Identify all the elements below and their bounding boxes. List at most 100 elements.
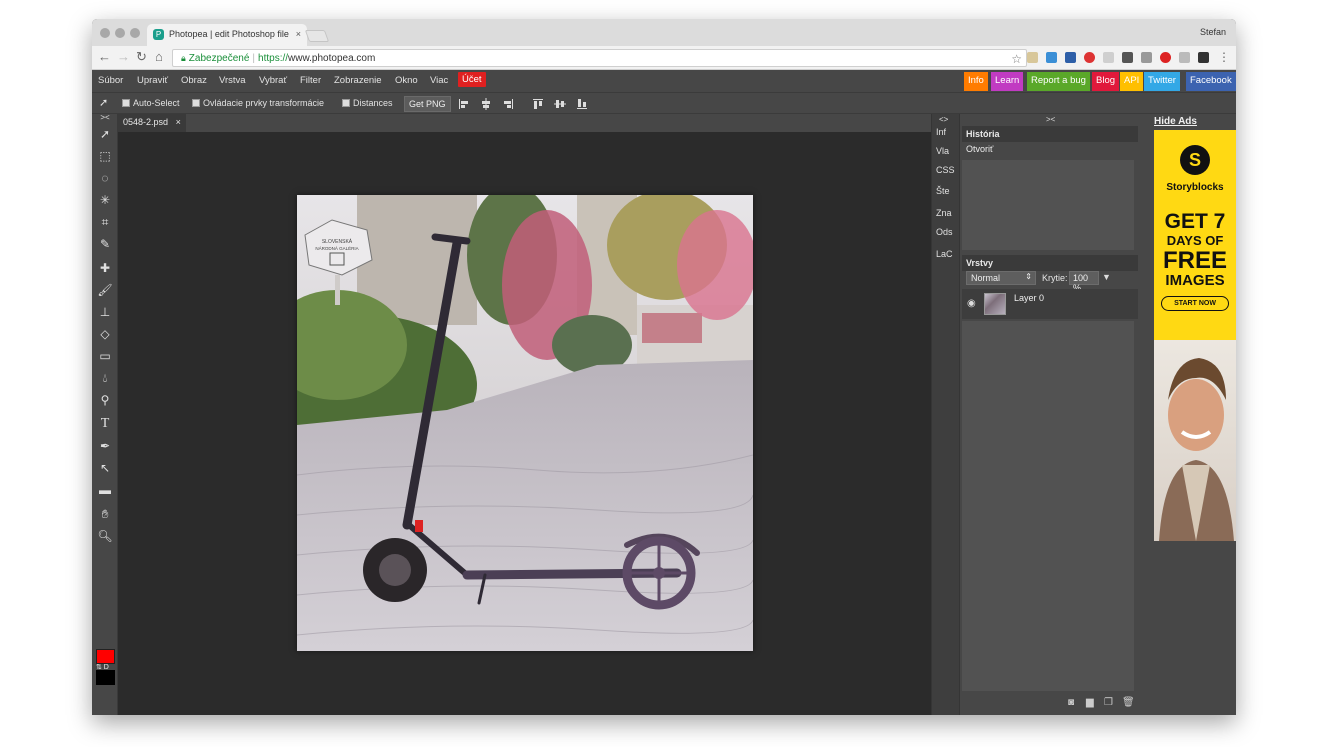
extension-pinterest-icon[interactable] [1160, 52, 1171, 63]
new-layer-icon[interactable]: ❐ [1104, 697, 1113, 708]
profile-name[interactable]: Stefan [1200, 27, 1226, 37]
document-close-icon[interactable]: × [176, 117, 181, 127]
hand-tool-icon[interactable]: ✋︎ [97, 506, 113, 522]
trash-icon[interactable]: 🗑︎ [1122, 697, 1135, 708]
eraser-tool-icon[interactable]: ◇ [97, 326, 113, 342]
align-middle-icon[interactable] [554, 98, 566, 110]
ad-start-now-button[interactable]: START NOW [1161, 296, 1229, 311]
facebook-button[interactable]: Facebook [1186, 72, 1236, 91]
type-tool-icon[interactable]: T [97, 416, 113, 432]
back-arrow-icon[interactable]: ← [98, 50, 111, 64]
strip-properties[interactable]: Vla [936, 146, 949, 156]
auto-select-checkbox[interactable]: Auto-Select [122, 98, 180, 108]
blog-button[interactable]: Blog [1092, 72, 1120, 91]
close-window-button[interactable] [100, 28, 110, 38]
menu-image[interactable]: Obraz [181, 75, 207, 86]
learn-button[interactable]: Learn [991, 72, 1024, 91]
info-button[interactable]: Info [964, 72, 988, 91]
align-left-icon[interactable] [458, 98, 470, 110]
pen-tool-icon[interactable]: ✒ [97, 438, 113, 454]
extension-download-icon[interactable] [1046, 52, 1057, 63]
align-center-icon[interactable] [480, 98, 492, 110]
document-canvas-image[interactable]: SLOVENSKÁ NÁRODNÁ GALÉRIA [297, 195, 753, 651]
lasso-tool-icon[interactable]: ◌ [97, 170, 113, 186]
opacity-dropdown-icon[interactable]: ▼ [1102, 272, 1111, 282]
api-button[interactable]: API [1120, 72, 1144, 91]
align-right-icon[interactable] [502, 98, 514, 110]
opacity-field[interactable]: 100 % [1069, 271, 1099, 293]
dodge-tool-icon[interactable]: ⚲ [97, 392, 113, 408]
twitter-button[interactable]: Twitter [1144, 72, 1180, 91]
extension-mail-icon[interactable] [1103, 52, 1114, 63]
menu-more[interactable]: Viac [430, 75, 448, 86]
storyblocks-ad[interactable]: S Storyblocks GET 7 DAYS OF FREE IMAGES … [1154, 130, 1236, 541]
canvas-area[interactable]: SLOVENSKÁ NÁRODNÁ GALÉRIA [118, 132, 931, 715]
marquee-tool-icon[interactable]: ⬚ [97, 148, 113, 164]
crop-tool-icon[interactable]: ⌗ [97, 214, 113, 230]
strip-characters[interactable]: Zna [936, 208, 952, 218]
align-top-icon[interactable] [532, 98, 544, 110]
hide-ads-link[interactable]: Hide Ads [1154, 116, 1197, 127]
menu-select[interactable]: Vybrať [259, 75, 287, 86]
menu-edit[interactable]: Upraviť [137, 75, 168, 86]
magic-wand-tool-icon[interactable]: ✳ [97, 192, 113, 208]
stamp-tool-icon[interactable]: ⊥ [97, 304, 113, 320]
minimize-window-button[interactable] [115, 28, 125, 38]
forward-arrow-icon[interactable]: → [117, 50, 130, 64]
folder-icon[interactable]: ▆ [1086, 697, 1094, 708]
extension-grid-icon[interactable] [1065, 52, 1076, 63]
shape-tool-icon[interactable]: ▬ [97, 482, 113, 498]
eyedropper-tool-icon[interactable]: ✎ [97, 236, 113, 252]
bookmark-star-icon[interactable]: ☆ [1011, 51, 1022, 67]
history-item[interactable]: Otvoriť [962, 142, 1138, 158]
menu-window[interactable]: Okno [395, 75, 418, 86]
zoom-window-button[interactable] [130, 28, 140, 38]
extension-layers-icon[interactable] [1198, 52, 1209, 63]
align-bottom-icon[interactable] [576, 98, 588, 110]
gradient-tool-icon[interactable]: ▭ [97, 348, 113, 364]
foreground-color-swatch[interactable] [96, 649, 115, 664]
transform-controls-checkbox[interactable]: Ovládacie prvky transformácie [192, 98, 324, 108]
strip-css[interactable]: CSS [936, 165, 955, 175]
zoom-tool-icon[interactable]: 🔍︎ [97, 528, 113, 544]
extension-m-icon[interactable] [1122, 52, 1133, 63]
move-tool-icon[interactable]: ➚ [97, 126, 113, 142]
menu-view[interactable]: Zobrazenie [334, 75, 382, 86]
extension-cloud-icon[interactable] [1179, 52, 1190, 63]
camera-icon[interactable]: ◙ [1068, 697, 1074, 708]
distances-checkbox[interactable]: Distances [342, 98, 393, 108]
strip-brushes[interactable]: Šte [936, 186, 950, 196]
healing-tool-icon[interactable]: ✚ [97, 260, 113, 276]
strip-layer-comps[interactable]: LaC [936, 249, 953, 259]
url-field[interactable]: 🔒︎ Zabezpečené | https://www.photopea.com ☆ [172, 49, 1027, 67]
extension-adblock-icon[interactable] [1084, 52, 1095, 63]
blur-tool-icon[interactable]: 💧︎ [97, 370, 113, 386]
tab-close-icon[interactable]: × [296, 29, 301, 39]
brush-tool-icon[interactable]: 🖌︎ [97, 282, 113, 298]
strip-info[interactable]: Inf [936, 127, 946, 137]
menu-account[interactable]: Účet [458, 72, 486, 87]
extension-image-icon[interactable] [1027, 52, 1038, 63]
new-tab-button[interactable] [304, 30, 330, 42]
strip-paragraph[interactable]: Ods [936, 227, 953, 237]
collapse-strip-icon[interactable]: <> [939, 115, 948, 124]
history-panel-header[interactable]: História [962, 126, 1138, 142]
layers-panel-header[interactable]: Vrstvy [962, 255, 1138, 271]
reload-icon[interactable]: ↻ [136, 50, 147, 64]
collapse-toolbar-icon[interactable]: >< [97, 114, 113, 122]
collapse-panels-icon[interactable]: >< [1046, 115, 1055, 124]
blend-mode-select[interactable]: Normal ⇕ [966, 271, 1036, 285]
extension-camera-icon[interactable] [1141, 52, 1152, 63]
get-png-button[interactable]: Get PNG [404, 96, 451, 112]
path-select-tool-icon[interactable]: ↖ [97, 460, 113, 476]
eye-icon[interactable]: ◉ [967, 298, 976, 309]
menu-file[interactable]: Súbor [98, 75, 123, 86]
home-icon[interactable]: ⌂ [155, 50, 163, 64]
menu-layer[interactable]: Vrstva [219, 75, 246, 86]
chrome-menu-icon[interactable]: ⋮ [1218, 50, 1230, 64]
browser-tab[interactable]: P Photopea | edit Photoshop file × [147, 24, 307, 46]
menu-filter[interactable]: Filter [300, 75, 321, 86]
report-bug-button[interactable]: Report a bug [1027, 72, 1090, 91]
background-color-swatch[interactable] [96, 670, 115, 685]
document-tab[interactable]: 0548-2.psd × [118, 114, 186, 132]
